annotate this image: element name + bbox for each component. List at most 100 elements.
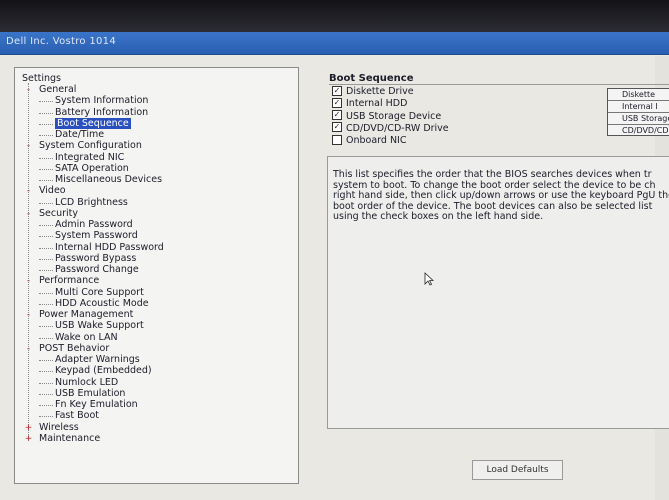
- checkbox-checked[interactable]: ✓: [332, 85, 342, 96]
- tree-item-password-bypass[interactable]: Password Bypass: [55, 253, 136, 264]
- tree-item-label: Fast Boot: [55, 410, 99, 421]
- tree-root-label: Settings: [22, 73, 61, 84]
- tree-item-label: LCD Brightness: [55, 197, 128, 208]
- collapse-icon[interactable]: -: [24, 186, 33, 197]
- tree-item-sata-operation[interactable]: SATA Operation: [55, 163, 129, 174]
- tree-item-label: USB Emulation: [55, 388, 126, 399]
- tree-item-integrated-nic[interactable]: Integrated NIC: [55, 152, 124, 163]
- tree-item-label: Internal HDD Password: [55, 242, 164, 253]
- boot-device-label: Onboard NIC: [346, 135, 407, 147]
- boot-device-usb-storage-device[interactable]: ✓ USB Storage Device: [332, 110, 441, 123]
- checkbox-checked[interactable]: ✓: [332, 110, 342, 121]
- tree-branch-line: [39, 236, 53, 237]
- tree-item-adapter-warnings[interactable]: Adapter Warnings: [55, 354, 140, 365]
- tree-item-date-time[interactable]: Date/Time: [55, 129, 104, 140]
- boot-device-label: CD/DVD/CD-RW Drive: [346, 122, 449, 134]
- checkbox-checked[interactable]: ✓: [332, 122, 342, 133]
- tree-item-label: System Information: [55, 95, 149, 106]
- tree-item-wake-on-lan[interactable]: Wake on LAN: [55, 332, 118, 343]
- tree-item-label: USB Wake Support: [55, 320, 144, 331]
- tree-branch-line: [39, 394, 53, 395]
- tree-branch-line: [39, 169, 53, 170]
- tree-item-battery-information[interactable]: Battery Information: [55, 107, 148, 118]
- tree-branch-line: [39, 113, 53, 114]
- expand-icon[interactable]: +: [24, 434, 33, 445]
- tree-category-video[interactable]: - Video: [24, 185, 66, 196]
- boot-order-item[interactable]: USB Storage: [608, 113, 669, 125]
- tree-item-keypad-embedded[interactable]: Keypad (Embedded): [55, 365, 152, 376]
- boot-order-item[interactable]: CD/DVD/CD-: [608, 125, 669, 135]
- tree-category-performance[interactable]: - Performance: [24, 275, 99, 286]
- tree-item-usb-emulation[interactable]: USB Emulation: [55, 388, 125, 399]
- tree-branch-line: [39, 383, 53, 384]
- tree-item-numlock-led[interactable]: Numlock LED: [55, 377, 118, 388]
- tree-branch-line: [39, 203, 53, 204]
- tree-branch-line: [39, 416, 53, 417]
- tree-category-post-behavior[interactable]: - POST Behavior: [24, 343, 109, 354]
- collapse-icon[interactable]: -: [24, 85, 33, 96]
- tree-item-multi-core-support[interactable]: Multi Core Support: [55, 287, 144, 298]
- tree-item-lcd-brightness[interactable]: LCD Brightness: [55, 197, 128, 208]
- section-divider: [329, 84, 669, 85]
- tree-item-admin-password[interactable]: Admin Password: [55, 219, 133, 230]
- tree-category-label: Power Management: [39, 309, 134, 320]
- tree-item-label: Battery Information: [55, 107, 149, 118]
- tree-branch-line: [39, 259, 53, 260]
- boot-device-onboard-nic[interactable]: Onboard NIC: [332, 134, 407, 147]
- tree-category-security[interactable]: - Security: [24, 208, 78, 219]
- tree-item-label: Miscellaneous Devices: [55, 174, 163, 185]
- boot-device-cd-dvd-cd-rw-drive[interactable]: ✓ CD/DVD/CD-RW Drive: [332, 122, 449, 135]
- boot-device-diskette-drive[interactable]: ✓ Diskette Drive: [332, 85, 414, 98]
- tree-item-label: Numlock LED: [55, 377, 119, 388]
- checkbox-unchecked[interactable]: [332, 134, 342, 145]
- tree-category-label: General: [39, 84, 77, 95]
- tree-item-usb-wake-support[interactable]: USB Wake Support: [55, 320, 144, 331]
- tree-item-hdd-acoustic-mode[interactable]: HDD Acoustic Mode: [55, 298, 149, 309]
- tree-category-system-configuration[interactable]: - System Configuration: [24, 140, 142, 151]
- tree-item-fast-boot[interactable]: Fast Boot: [55, 410, 99, 421]
- boot-sequence-title: Boot Sequence: [329, 73, 414, 84]
- boot-order-item[interactable]: Diskette: [608, 89, 669, 101]
- boot-order-list[interactable]: Diskette Internal I USB Storage CD/DVD/CD-: [607, 88, 669, 136]
- description-text: This list specifies the order that the B…: [333, 169, 669, 222]
- load-defaults-button[interactable]: Load Defaults: [472, 460, 563, 480]
- tree-item-system-information[interactable]: System Information: [55, 95, 148, 106]
- tree-category-label: Performance: [39, 275, 100, 286]
- tree-branch-line: [39, 371, 53, 372]
- checkbox-checked[interactable]: ✓: [332, 97, 342, 108]
- tree-category-label: Video: [39, 185, 66, 196]
- tree-item-system-password[interactable]: System Password: [55, 230, 138, 241]
- tree-item-password-change[interactable]: Password Change: [55, 264, 139, 275]
- tree-branch-line: [39, 304, 53, 305]
- tree-item-label: Wake on LAN: [55, 332, 118, 343]
- window-title: Dell Inc. Vostro 1014: [6, 36, 116, 47]
- tree-category-general[interactable]: - General: [24, 84, 77, 96]
- tree-category-wireless[interactable]: + Wireless: [24, 422, 79, 433]
- collapse-icon[interactable]: -: [24, 310, 33, 321]
- collapse-icon[interactable]: -: [24, 344, 33, 355]
- screen-bezel: [0, 0, 669, 32]
- tree-branch-line: [39, 326, 53, 327]
- tree-guide-line: [28, 83, 29, 437]
- tree-category-maintenance[interactable]: + Maintenance: [24, 433, 100, 444]
- tree-item-internal-hdd-password[interactable]: Internal HDD Password: [55, 242, 164, 253]
- tree-item-label: System Password: [55, 230, 138, 241]
- tree-branch-line: [39, 225, 53, 226]
- tree-root-settings[interactable]: Settings: [22, 73, 61, 84]
- tree-item-miscellaneous-devices[interactable]: Miscellaneous Devices: [55, 174, 162, 185]
- tree-item-label: HDD Acoustic Mode: [55, 298, 149, 309]
- boot-order-item[interactable]: Internal I: [608, 101, 669, 113]
- tree-item-label: Fn Key Emulation: [55, 399, 138, 410]
- tree-item-fn-key-emulation[interactable]: Fn Key Emulation: [55, 399, 138, 410]
- tree-inner: Settings - General System Information Batte…: [15, 68, 298, 483]
- tree-item-boot-sequence[interactable]: Boot Sequence: [55, 118, 131, 129]
- boot-order-rows: Diskette Internal I USB Storage CD/DVD/CD-: [608, 89, 669, 135]
- boot-device-internal-hdd[interactable]: ✓ Internal HDD: [332, 97, 407, 110]
- tree-branch-line: [39, 338, 53, 339]
- tree-category-label: POST Behavior: [39, 343, 110, 354]
- collapse-icon[interactable]: -: [24, 276, 33, 287]
- tree-category-power-management[interactable]: - Power Management: [24, 309, 133, 320]
- collapse-icon[interactable]: -: [24, 141, 33, 152]
- collapse-icon[interactable]: -: [24, 209, 33, 220]
- tree-item-label: Password Change: [55, 264, 139, 275]
